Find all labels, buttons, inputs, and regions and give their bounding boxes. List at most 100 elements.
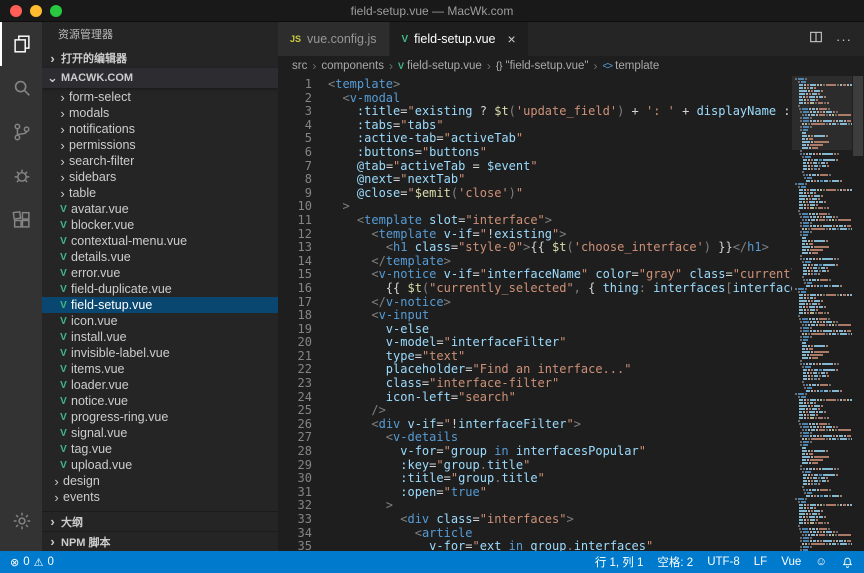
tree-folder-sidebars[interactable]: ›sidebars [42, 169, 278, 185]
code-line[interactable]: 34 <article [278, 527, 792, 541]
code-line[interactable]: 12 <template v-if="!existing"> [278, 228, 792, 242]
code-line[interactable]: 29 :key="group.title" [278, 459, 792, 473]
code-line[interactable]: 6 :buttons="buttons" [278, 146, 792, 160]
problems-indicator[interactable]: ⊗ 0 ⚠ 0 [10, 556, 54, 569]
tree-item-label: form-select [69, 90, 131, 104]
tree-folder-table[interactable]: ›table [42, 185, 278, 201]
code-line[interactable]: 16 {{ $t("currently_selected", { thing: … [278, 282, 792, 296]
code-line[interactable]: 20 v-model="interfaceFilter" [278, 336, 792, 350]
code-line[interactable]: 9 @close="$emit('close')" [278, 187, 792, 201]
scrollbar-thumb[interactable] [853, 76, 863, 156]
chevron-right-icon: › [56, 106, 69, 121]
language-mode[interactable]: Vue [781, 556, 801, 568]
tree-file-items.vue[interactable]: Vitems.vue [42, 361, 278, 377]
more-actions-icon[interactable]: ··· [836, 32, 852, 47]
code-line[interactable]: 5 :active-tab="activeTab" [278, 132, 792, 146]
maximize-window-button[interactable] [50, 5, 62, 17]
code-line[interactable]: 13 <h1 class="style-0">{{ $t('choose_int… [278, 241, 792, 255]
tree-file-field-setup.vue[interactable]: Vfield-setup.vue [42, 297, 278, 313]
code-line[interactable]: 10 > [278, 200, 792, 214]
minimap[interactable] [792, 76, 852, 551]
editor-scrollbar[interactable] [852, 76, 864, 551]
code-line[interactable]: 4 :tabs="tabs" [278, 119, 792, 133]
close-window-button[interactable] [10, 5, 22, 17]
search-icon[interactable] [0, 66, 42, 110]
tree-folder-search-filter[interactable]: ›search-filter [42, 153, 278, 169]
code-line[interactable]: 31 :open="true" [278, 486, 792, 500]
outline-section[interactable]: › 大纲 [42, 511, 278, 531]
code-line[interactable]: 25 /> [278, 404, 792, 418]
tree-folder-permissions[interactable]: ›permissions [42, 137, 278, 153]
split-editor-icon[interactable] [808, 29, 824, 50]
breadcrumb-item[interactable]: <>template [602, 60, 659, 72]
breadcrumb-item[interactable]: src [292, 60, 307, 72]
encoding-setting[interactable]: UTF-8 [707, 556, 740, 568]
extensions-icon[interactable] [0, 198, 42, 242]
cursor-position[interactable]: 行 1, 列 1 [595, 554, 644, 570]
close-tab-icon[interactable]: × [507, 32, 515, 46]
code-line[interactable]: 33 <div class="interfaces"> [278, 513, 792, 527]
code-line[interactable]: 26 <div v-if="!interfaceFilter"> [278, 418, 792, 432]
tree-file-field-duplicate.vue[interactable]: Vfield-duplicate.vue [42, 281, 278, 297]
code-line[interactable]: 7 @tab="activeTab = $event" [278, 160, 792, 174]
open-editors-section[interactable]: › 打开的编辑器 [42, 48, 278, 68]
tree-folder-design[interactable]: ›design [42, 473, 278, 489]
code-line[interactable]: 35 v-for="ext in group.interfaces" [278, 540, 792, 551]
tree-file-signal.vue[interactable]: Vsignal.vue [42, 425, 278, 441]
tree-file-invisible-label.vue[interactable]: Vinvisible-label.vue [42, 345, 278, 361]
tree-file-blocker.vue[interactable]: Vblocker.vue [42, 217, 278, 233]
code-line[interactable]: 8 @next="nextTab" [278, 173, 792, 187]
breadcrumb-item[interactable]: Vfield-setup.vue [398, 60, 482, 72]
code-line[interactable]: 3 :title="existing ? $t('update_field') … [278, 105, 792, 119]
code-line[interactable]: 18 <v-input [278, 309, 792, 323]
source-control-icon[interactable] [0, 110, 42, 154]
tree-file-loader.vue[interactable]: Vloader.vue [42, 377, 278, 393]
eol-setting[interactable]: LF [754, 556, 767, 568]
explorer-icon[interactable] [0, 22, 42, 66]
breadcrumb-item[interactable]: components [321, 60, 384, 72]
code-line[interactable]: 24 icon-left="search" [278, 391, 792, 405]
notifications-bell-icon[interactable] [841, 556, 854, 569]
code-editor[interactable]: 1<template>2 <v-modal3 :title="existing … [278, 76, 864, 551]
tree-folder-form-select[interactable]: ›form-select [42, 89, 278, 105]
tab-field-setup-vue[interactable]: V field-setup.vue × [390, 22, 529, 56]
tree-file-avatar.vue[interactable]: Vavatar.vue [42, 201, 278, 217]
feedback-smiley-icon[interactable]: ☺ [815, 556, 827, 568]
chevron-right-icon: › [50, 474, 63, 489]
tree-file-icon.vue[interactable]: Vicon.vue [42, 313, 278, 329]
debug-icon[interactable] [0, 154, 42, 198]
tree-file-notice.vue[interactable]: Vnotice.vue [42, 393, 278, 409]
code-line[interactable]: 11 <template slot="interface"> [278, 214, 792, 228]
code-line[interactable]: 30 :title="group.title" [278, 472, 792, 486]
tree-folder-notifications[interactable]: ›notifications [42, 121, 278, 137]
tree-folder-events[interactable]: ›events [42, 489, 278, 505]
code-line[interactable]: 19 v-else [278, 323, 792, 337]
tree-file-install.vue[interactable]: Vinstall.vue [42, 329, 278, 345]
minimize-window-button[interactable] [30, 5, 42, 17]
indentation-setting[interactable]: 空格: 2 [657, 554, 693, 570]
tab-vue-config-js[interactable]: JS vue.config.js [278, 22, 390, 56]
code-line[interactable]: 23 class="interface-filter" [278, 377, 792, 391]
code-line[interactable]: 32 > [278, 499, 792, 513]
tree-file-contextual-menu.vue[interactable]: Vcontextual-menu.vue [42, 233, 278, 249]
npm-scripts-section[interactable]: › NPM 脚本 [42, 531, 278, 551]
tree-file-details.vue[interactable]: Vdetails.vue [42, 249, 278, 265]
code-line[interactable]: 22 placeholder="Find an interface..." [278, 363, 792, 377]
code-line[interactable]: 28 v-for="group in interfacesPopular" [278, 445, 792, 459]
code-line[interactable]: 15 <v-notice v-if="interfaceName" color=… [278, 268, 792, 282]
tree-file-progress-ring.vue[interactable]: Vprogress-ring.vue [42, 409, 278, 425]
tree-file-upload.vue[interactable]: Vupload.vue [42, 457, 278, 473]
code-line[interactable]: 1<template> [278, 78, 792, 92]
code-line[interactable]: 27 <v-details [278, 431, 792, 445]
breadcrumb-item[interactable]: {}"field-setup.vue" [496, 60, 589, 72]
tree-file-tag.vue[interactable]: Vtag.vue [42, 441, 278, 457]
code-line[interactable]: 2 <v-modal [278, 92, 792, 106]
code-line[interactable]: 21 type="text" [278, 350, 792, 364]
code-content[interactable]: 1<template>2 <v-modal3 :title="existing … [278, 76, 792, 551]
tree-folder-modals[interactable]: ›modals [42, 105, 278, 121]
workspace-section[interactable]: ⌄ MACWK.COM [42, 68, 278, 88]
code-line[interactable]: 14 </template> [278, 255, 792, 269]
settings-gear-icon[interactable] [0, 499, 42, 543]
tree-file-error.vue[interactable]: Verror.vue [42, 265, 278, 281]
code-line[interactable]: 17 </v-notice> [278, 296, 792, 310]
